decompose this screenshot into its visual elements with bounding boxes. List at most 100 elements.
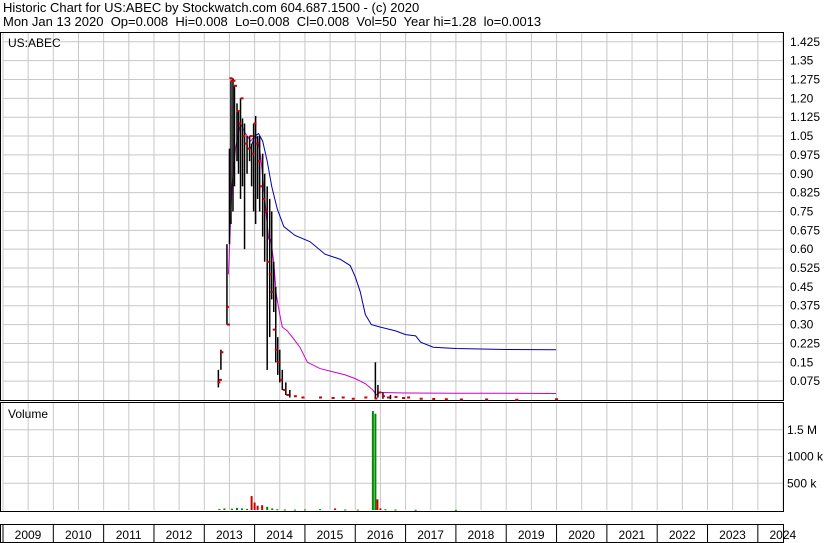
volume-bar — [218, 508, 221, 510]
volume-bar — [271, 508, 274, 510]
volume-bar — [371, 411, 374, 510]
volume-bar — [250, 496, 253, 510]
x-axis-year-label: 2013 — [216, 528, 243, 542]
price-close-dot — [249, 135, 253, 138]
price-close-dot — [378, 391, 382, 394]
price-close-dot — [293, 395, 297, 398]
price-tick-label: 0.825 — [790, 186, 820, 200]
x-axis-year-label: 2021 — [619, 528, 646, 542]
price-tick-label: 1.20 — [790, 91, 814, 105]
price-close-dot — [282, 388, 286, 391]
price-close-dot — [264, 210, 268, 213]
price-close-dot — [268, 273, 272, 276]
price-tick-label: 1.425 — [790, 35, 820, 49]
price-close-dot — [485, 398, 489, 401]
x-axis-year-label: 2010 — [65, 528, 92, 542]
x-axis-year-label: 2019 — [518, 528, 545, 542]
price-tick-label: 0.675 — [790, 223, 820, 237]
volume-bar — [344, 509, 347, 511]
price-close-dot — [394, 395, 398, 398]
long-moving-average — [250, 132, 557, 351]
x-axis-year-label: 2011 — [116, 528, 142, 542]
volume-tick-label: 500 k — [787, 476, 817, 490]
volume-bar — [414, 509, 417, 511]
volume-bar — [376, 499, 379, 510]
price-close-dot — [286, 393, 290, 396]
volume-bar — [374, 413, 377, 510]
price-close-dot — [232, 79, 236, 82]
volume-bar — [223, 508, 226, 510]
price-close-dot — [255, 142, 259, 145]
price-axis-ticks: 0.075 0.15 0.225 0.30 0.375 0.45 0.525 0.60 0.67… — [790, 35, 820, 388]
price-close-dot — [351, 397, 355, 400]
x-axis-year-label: 2022 — [669, 528, 696, 542]
volume-bar — [283, 509, 286, 511]
x-axis-labels: 2009 2010 2011 2012 2013 2014 2015 2016 2017 2018… — [2, 525, 797, 543]
price-tick-label: 0.375 — [790, 299, 820, 313]
price-tick-label: 0.15 — [790, 355, 814, 369]
price-tick-label: 1.05 — [790, 129, 814, 143]
price-tick-label: 0.525 — [790, 261, 820, 275]
price-tick-label: 0.225 — [790, 336, 820, 350]
volume-bar — [379, 508, 382, 510]
volume-bar — [384, 509, 387, 511]
price-panel-frame — [0, 32, 784, 401]
volume-bar — [454, 509, 457, 511]
price-close-dot — [257, 160, 261, 163]
price-close-dot — [272, 328, 276, 331]
price-close-dot — [220, 351, 224, 354]
price-close-dot — [253, 122, 257, 125]
volume-bar — [236, 507, 238, 510]
volume-bar — [276, 509, 279, 511]
price-close-dot — [374, 397, 378, 400]
price-close-dot — [266, 260, 270, 263]
price-close-dot — [419, 397, 423, 400]
volume-bar — [319, 509, 322, 511]
volume-bar — [256, 505, 259, 510]
price-tick-label: 0.45 — [790, 280, 814, 294]
price-close-dot — [555, 398, 559, 401]
price-close-dot — [229, 77, 233, 80]
ma-long-line — [250, 132, 557, 351]
price-close-dot — [386, 396, 390, 399]
price-close-dot — [244, 142, 248, 145]
x-axis-year-label: 2009 — [15, 528, 42, 542]
x-axis-year-label: 2023 — [719, 528, 746, 542]
volume-bar — [394, 509, 397, 511]
price-close-dot — [364, 396, 368, 399]
price-close-dot — [218, 378, 222, 381]
volume-bar — [246, 508, 249, 510]
price-close-dot — [381, 395, 385, 398]
volume-bar — [356, 509, 359, 511]
volume-tick-label: 1000 k — [787, 450, 824, 464]
volume-bar — [293, 509, 296, 511]
price-tick-label: 1.275 — [790, 73, 820, 87]
x-axis-year-label: 2015 — [317, 528, 344, 542]
volume-panel-title: Volume — [8, 407, 48, 421]
x-axis-year-label: 2014 — [266, 528, 293, 542]
volume-tick-label: 1.5 M — [787, 423, 817, 437]
price-close-dot — [402, 396, 406, 399]
panel-frames — [0, 32, 784, 543]
volume-axis-ticks: 500 k 1000 k 1.5 M — [787, 423, 824, 491]
price-panel-title: US:ABEC — [8, 36, 61, 50]
price-tick-label: 0.75 — [790, 204, 814, 218]
price-close-dot — [242, 135, 246, 138]
volume-bar — [230, 508, 233, 510]
price-tick-label: 0.075 — [790, 374, 820, 388]
price-close-dot — [276, 361, 280, 364]
price-close-dot — [319, 396, 323, 399]
price-close-dot — [444, 398, 448, 401]
price-tick-label: 1.125 — [790, 110, 820, 124]
volume-bar — [241, 508, 244, 510]
price-close-dot — [238, 122, 242, 125]
price-close-dot — [407, 396, 411, 399]
x-axis-year-label: 2017 — [417, 528, 444, 542]
volume-bar — [334, 508, 337, 510]
price-close-dot — [262, 197, 266, 200]
x-axis-year-label: 2012 — [166, 528, 193, 542]
x-axis-year-label: 2020 — [568, 528, 595, 542]
x-axis-year-label: 2016 — [367, 528, 394, 542]
volume-bar — [261, 505, 264, 510]
price-close-dot — [515, 398, 519, 401]
